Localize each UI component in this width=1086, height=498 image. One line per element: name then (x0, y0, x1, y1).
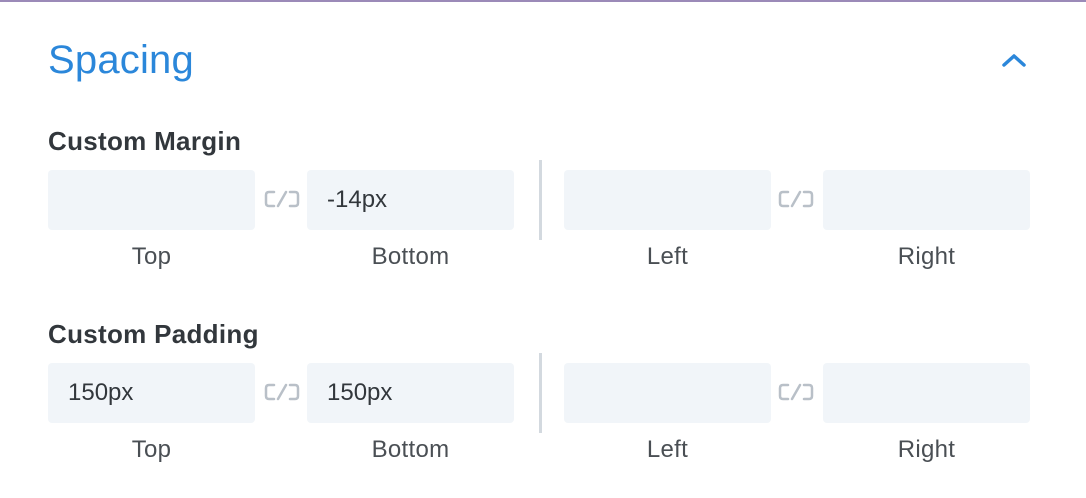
margin-top-label: Top (131, 243, 172, 270)
padding-top-input[interactable]: 150px (48, 363, 255, 423)
padding-bottom-input[interactable]: 150px (307, 363, 514, 423)
padding-bottom-label: Bottom (371, 436, 450, 463)
margin-right-label: Right (897, 243, 956, 270)
margin-bottom-input[interactable]: -14px (307, 170, 514, 230)
margin-left-label: Left (646, 243, 689, 270)
margin-top-bottom-link-icon[interactable] (262, 187, 302, 211)
custom-margin-label: Custom Margin (48, 126, 242, 156)
margin-bottom-label: Bottom (371, 243, 450, 270)
padding-left-right-link-icon[interactable] (776, 380, 816, 404)
chevron-up-icon (1002, 54, 1026, 67)
margin-left-input[interactable] (564, 170, 771, 230)
collapse-toggle-button[interactable] (994, 42, 1034, 78)
padding-top-label: Top (131, 436, 172, 463)
custom-padding-label: Custom Padding (48, 319, 259, 349)
margin-top-input[interactable] (48, 170, 255, 230)
padding-left-label: Left (646, 436, 689, 463)
margin-divider (539, 160, 542, 240)
padding-left-input[interactable] (564, 363, 771, 423)
margin-right-input[interactable] (823, 170, 1030, 230)
padding-top-bottom-link-icon[interactable] (262, 380, 302, 404)
panel-top-border (0, 0, 1086, 2)
padding-right-input[interactable] (823, 363, 1030, 423)
spacing-panel: Spacing Custom Margin -14px Top Bottom L… (0, 0, 1086, 498)
section-title[interactable]: Spacing (48, 34, 194, 86)
margin-left-right-link-icon[interactable] (776, 187, 816, 211)
padding-right-label: Right (897, 436, 956, 463)
padding-divider (539, 353, 542, 433)
